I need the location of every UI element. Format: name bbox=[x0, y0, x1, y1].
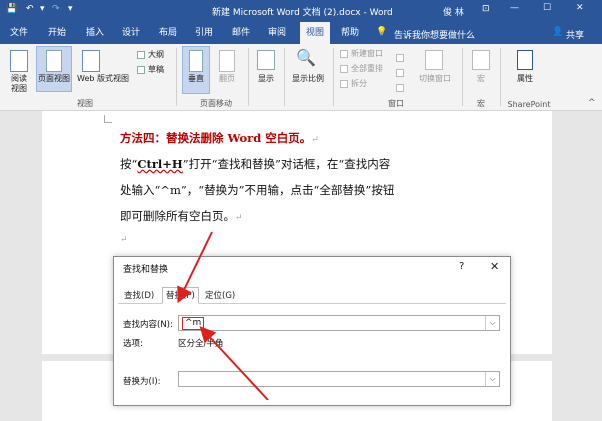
arrow-to-find-field bbox=[199, 326, 269, 400]
annotation-arrows bbox=[177, 231, 269, 400]
arrow-to-replace-tab bbox=[177, 231, 213, 304]
